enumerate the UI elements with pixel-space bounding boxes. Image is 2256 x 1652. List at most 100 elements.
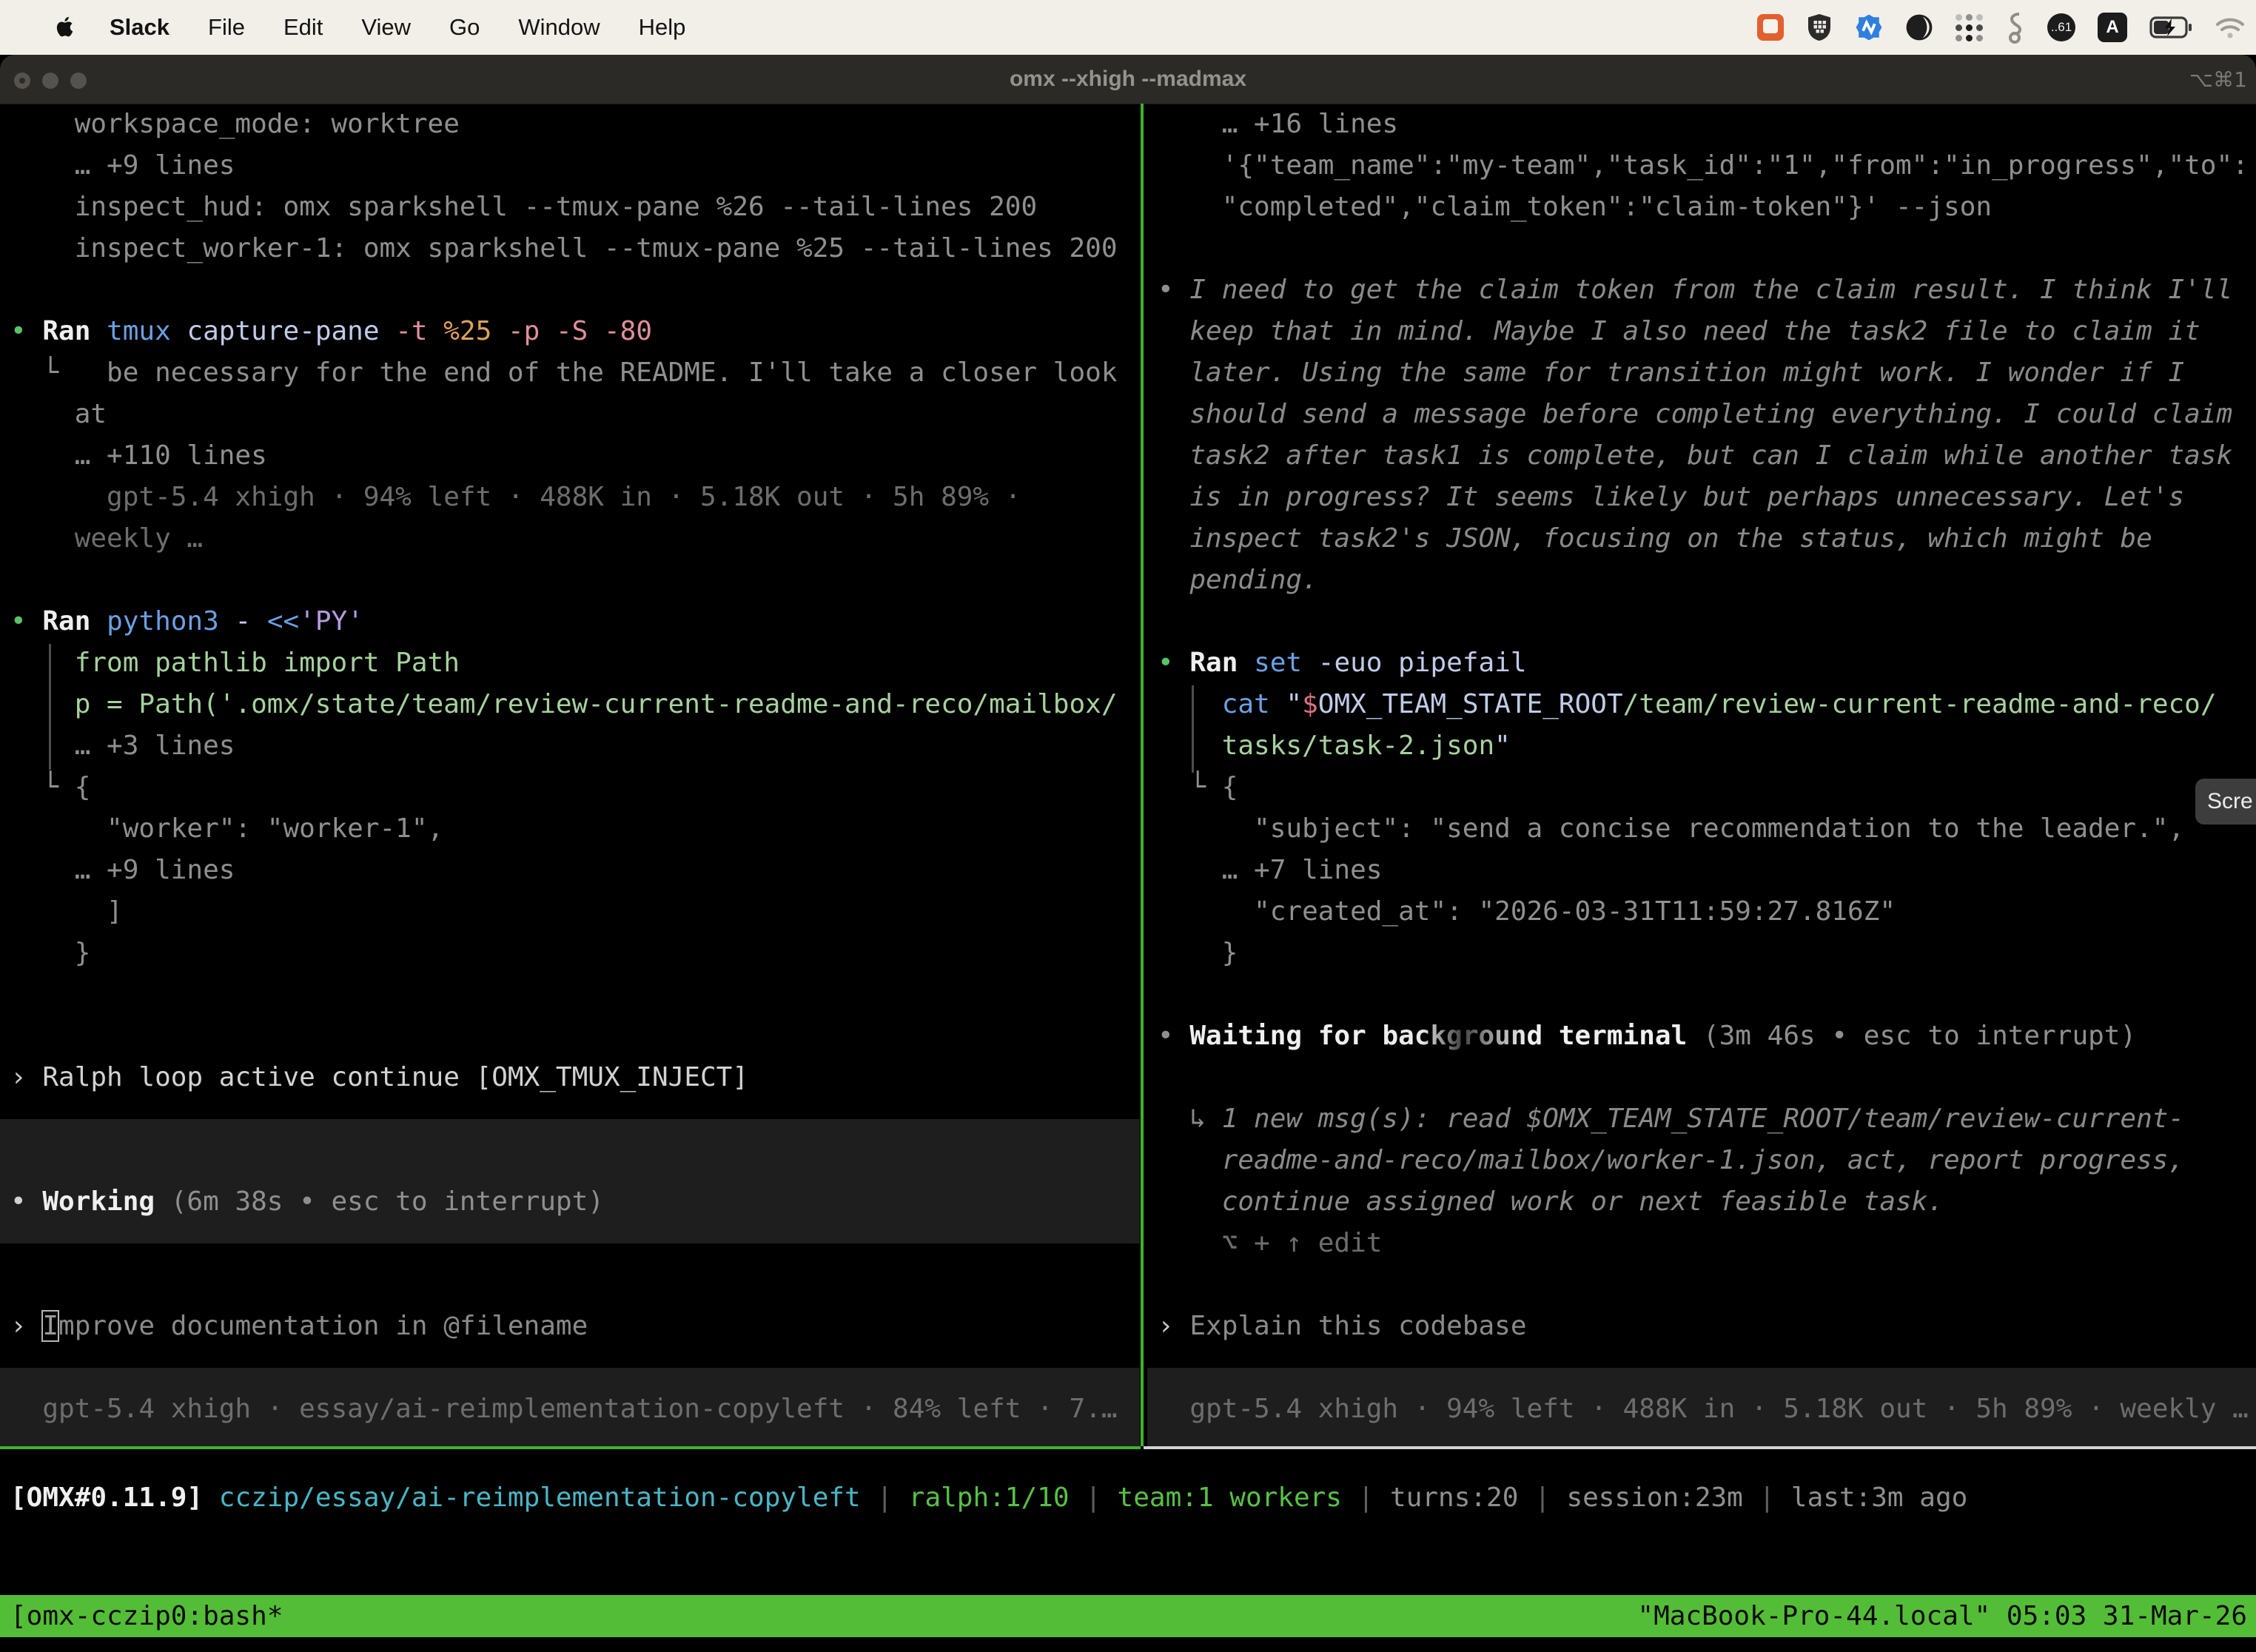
wifi-icon[interactable]: [2215, 16, 2246, 39]
tmux-status-bar: [omx-cczip0:bash* "MacBook-Pro-44.local"…: [0, 1595, 2256, 1637]
terminal-line: [1147, 601, 2256, 642]
shield-grid-icon[interactable]: [1806, 13, 1833, 42]
menubar-status-icons: ..61 A: [1757, 0, 2246, 55]
badge-61-icon[interactable]: ..61: [2047, 13, 2075, 41]
menu-item-file[interactable]: File: [208, 14, 245, 40]
menu-item-help[interactable]: Help: [639, 14, 686, 40]
window-shortcut: ⌥⌘1: [2189, 55, 2247, 104]
right-terminal-pane[interactable]: … +16 lines '{"team_name":"my-team","tas…: [1147, 104, 2256, 1446]
left-terminal-pane[interactable]: workspace_mode: worktree … +9 lines insp…: [0, 104, 1140, 1446]
terminal-line: • Working (6m 38s • esc to interrupt): [0, 1181, 1140, 1223]
terminal-line: … +9 lines: [0, 145, 1140, 187]
pie-menu-icon[interactable]: [1905, 13, 1933, 41]
terminal-line: inspect_hud: omx sparkshell --tmux-pane …: [0, 187, 1140, 228]
screen-tooltip: Scre: [2195, 779, 2256, 825]
terminal-line: should send a message before completing …: [1147, 394, 2256, 435]
terminal-line: gpt-5.4 xhigh · essay/ai-reimplementatio…: [0, 1389, 1140, 1430]
terminal-line: › Ralph loop active continue [OMX_TMUX_I…: [0, 1057, 1140, 1098]
terminal-line: cat "$OMX_TEAM_STATE_ROOT/team/review-cu…: [1147, 684, 2256, 725]
terminal-line: › Explain this codebase: [1147, 1306, 2256, 1347]
terminal-line: └ be necessary for the end of the README…: [0, 352, 1140, 394]
terminal-window: omx --xhigh --madmax ⌥⌘1 workspace_mode:…: [0, 55, 2256, 1652]
terminal-line: keep that in mind. Maybe I also need the…: [1147, 311, 2256, 352]
terminal-line: [1147, 1347, 2256, 1389]
terminal-line: "completed","claim_token":"claim-token"}…: [1147, 187, 2256, 228]
squiggle-icon[interactable]: [2006, 11, 2025, 44]
terminal-line: … +3 lines: [0, 725, 1140, 767]
terminal-line: [0, 1264, 1140, 1306]
terminal-line: • Ran python3 - <<'PY': [0, 601, 1140, 642]
omx-status-line: [OMX#0.11.9] cczip/essay/ai-reimplementa…: [0, 1477, 2256, 1519]
terminal-line: continue assigned work or next feasible …: [1147, 1181, 2256, 1223]
tmux-host-clock: "MacBook-Pro-44.local" 05:03 31-Mar-26: [1637, 1595, 2247, 1637]
terminal-line: later. Using the same for transition mig…: [1147, 352, 2256, 394]
terminal-line: task2 after task1 is complete, but can I…: [1147, 435, 2256, 477]
window-titlebar: omx --xhigh --madmax ⌥⌘1: [0, 55, 2256, 104]
terminal-line: readme-and-reco/mailbox/worker-1.json, a…: [1147, 1140, 2256, 1181]
terminal-line: [1147, 228, 2256, 269]
terminal-line: [1147, 974, 2256, 1015]
terminal-line: [1147, 1057, 2256, 1098]
terminal-line: pending.: [1147, 560, 2256, 601]
terminal-line: at: [0, 394, 1140, 435]
terminal-line: [0, 1223, 1140, 1264]
terminal-line: [OMX#0.11.9] cczip/essay/ai-reimplementa…: [0, 1477, 2256, 1519]
terminal-line: … +7 lines: [1147, 850, 2256, 891]
apple-logo-icon[interactable]: [53, 13, 78, 42]
menu-item-window[interactable]: Window: [518, 14, 600, 40]
terminal-line: • Waiting for background terminal (3m 46…: [1147, 1015, 2256, 1057]
menu-item-view[interactable]: View: [361, 14, 411, 40]
window-title: omx --xhigh --madmax: [0, 55, 2256, 104]
menu-items: Slack File Edit View Go Window Help: [78, 14, 685, 41]
terminal-line: [0, 1347, 1140, 1389]
menu-item-go[interactable]: Go: [449, 14, 480, 40]
terminal-line: … +16 lines: [1147, 104, 2256, 145]
terminal-line: p = Path('.omx/state/team/review-current…: [0, 684, 1140, 725]
pane-divider[interactable]: [1141, 104, 1144, 1446]
terminal-line: • I need to get the claim token from the…: [1147, 269, 2256, 311]
screen-record-icon[interactable]: [1757, 14, 1784, 41]
input-source-icon[interactable]: A: [2098, 13, 2127, 42]
terminal-line: is in progress? It seems likely but perh…: [1147, 477, 2256, 518]
terminal-line: [0, 1140, 1140, 1181]
terminal-line: … +9 lines: [0, 850, 1140, 891]
terminal-line: └ {: [1147, 767, 2256, 808]
terminal-line: [0, 1015, 1140, 1057]
left-pane-bottom-border: [0, 1446, 1141, 1449]
terminal-line: inspect_worker-1: omx sparkshell --tmux-…: [0, 228, 1140, 269]
terminal-line: '{"team_name":"my-team","task_id":"1","f…: [1147, 145, 2256, 187]
terminal-line: "subject": "send a concise recommendatio…: [1147, 808, 2256, 850]
menu-bar: Slack File Edit View Go Window Help ..61 A: [0, 0, 2256, 55]
terminal-line: • Ran tmux capture-pane -t %25 -p -S -80: [0, 311, 1140, 352]
tooltip-label: Scre: [2207, 789, 2253, 814]
terminal-line: "created_at": "2026-03-31T11:59:27.816Z": [1147, 891, 2256, 933]
terminal-line: • Ran set -euo pipefail: [1147, 642, 2256, 684]
terminal-line: [0, 974, 1140, 1015]
terminal-line: gpt-5.4 xhigh · 94% left · 488K in · 5.1…: [1147, 1389, 2256, 1430]
menu-item-slack[interactable]: Slack: [110, 14, 169, 40]
terminal-line: ]: [0, 891, 1140, 933]
terminal-line: workspace_mode: worktree: [0, 104, 1140, 145]
terminal-line: ⌥ + ↑ edit: [1147, 1223, 2256, 1264]
terminal-line: inspect task2's JSON, focusing on the st…: [1147, 518, 2256, 560]
sync-badge-icon[interactable]: [1855, 13, 1883, 41]
terminal-line: gpt-5.4 xhigh · 94% left · 488K in · 5.1…: [0, 477, 1140, 518]
terminal-line: }: [1147, 933, 2256, 974]
terminal-line: [0, 269, 1140, 311]
terminal-line: tasks/task-2.json": [1147, 725, 2256, 767]
right-pane-bottom-border: [1144, 1446, 2256, 1449]
terminal-line: "worker": "worker-1",: [0, 808, 1140, 850]
menu-item-edit[interactable]: Edit: [283, 14, 323, 40]
terminal-line: └ {: [0, 767, 1140, 808]
terminal-line: weekly …: [0, 518, 1140, 560]
terminal-line: }: [0, 933, 1140, 974]
terminal-line: [0, 1098, 1140, 1140]
dots-grid-icon[interactable]: [1955, 13, 1984, 41]
terminal-line: … +110 lines: [0, 435, 1140, 477]
tmux-session-label: [omx-cczip0:bash*: [10, 1595, 283, 1637]
terminal-line: [0, 560, 1140, 601]
terminal-line: from pathlib import Path: [0, 642, 1140, 684]
terminal-line: [1147, 1264, 2256, 1306]
battery-icon[interactable]: [2149, 16, 2192, 38]
terminal-line: ↳ 1 new msg(s): read $OMX_TEAM_STATE_ROO…: [1147, 1098, 2256, 1140]
